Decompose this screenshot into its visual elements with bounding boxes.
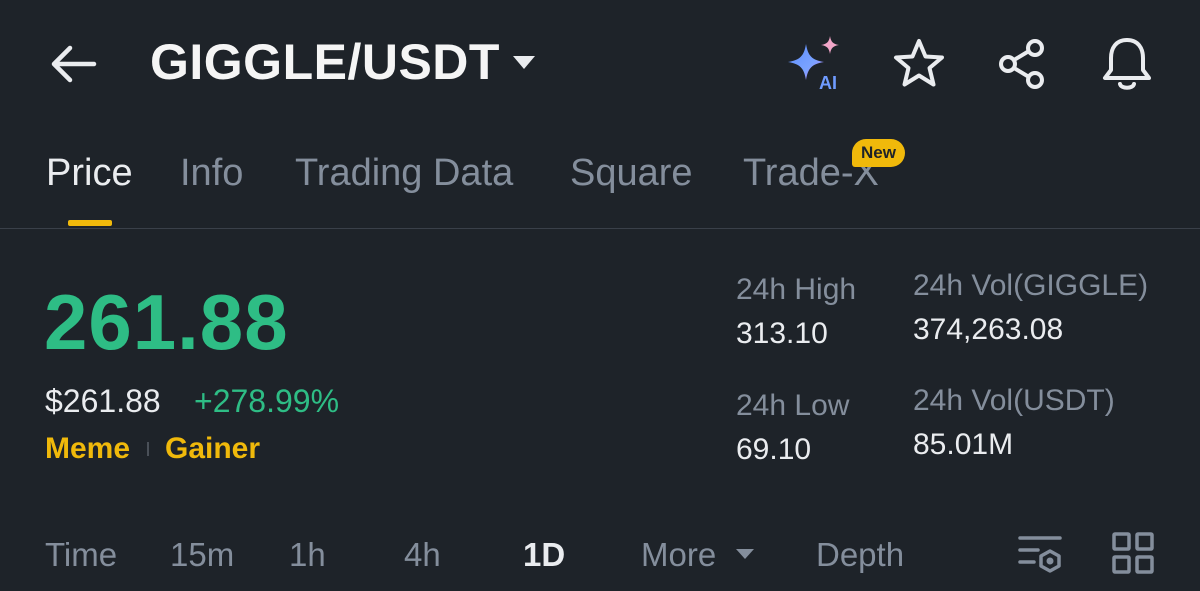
favorite-button[interactable] — [890, 36, 948, 92]
interval-1h[interactable]: 1h — [289, 534, 326, 576]
usd-price: $261.88 — [45, 383, 161, 419]
active-tab-indicator — [68, 220, 112, 226]
caret-down-icon — [736, 549, 754, 559]
back-button[interactable] — [44, 36, 104, 92]
share-button[interactable] — [994, 36, 1052, 92]
ai-badge-text: AI — [819, 73, 837, 93]
tag-gainer[interactable]: Gainer — [165, 430, 260, 468]
vol-quote-24h-value: 85.01M — [913, 428, 1014, 461]
tabs-divider — [0, 228, 1200, 229]
new-badge: New — [852, 139, 905, 167]
tab-trading-data[interactable]: Trading Data — [295, 148, 513, 198]
vol-base-24h-value: 374,263.08 — [913, 313, 1064, 346]
high-24h-label: 24h High — [736, 273, 857, 306]
interval-depth[interactable]: Depth — [816, 534, 904, 576]
share-icon — [999, 39, 1044, 89]
tag-meme[interactable]: Meme — [45, 430, 130, 468]
bell-icon — [1103, 38, 1151, 90]
low-24h-value: 69.10 — [736, 433, 812, 466]
vol-base-24h-label: 24h Vol(GIGGLE) — [913, 269, 1149, 302]
layout-grid-button[interactable] — [1110, 530, 1156, 576]
star-icon — [894, 39, 944, 87]
caret-down-icon — [513, 56, 535, 69]
pair-title[interactable]: GIGGLE/USDT — [150, 30, 500, 94]
notifications-button[interactable] — [1098, 34, 1156, 94]
last-price: 261.88 — [44, 278, 289, 366]
tag-separator — [147, 442, 149, 456]
low-24h-label: 24h Low — [736, 389, 850, 422]
interval-1d[interactable]: 1D — [523, 534, 565, 576]
interval-more[interactable]: More — [641, 534, 716, 576]
interval-4h[interactable]: 4h — [404, 534, 441, 576]
interval-time[interactable]: Time — [45, 534, 117, 576]
back-arrow-icon — [51, 45, 97, 83]
ai-assistant-button[interactable]: AI — [784, 32, 848, 96]
pair-dropdown-caret[interactable] — [510, 50, 538, 74]
tab-square[interactable]: Square — [570, 148, 693, 198]
vol-quote-24h-label: 24h Vol(USDT) — [913, 384, 1115, 417]
high-24h-value: 313.10 — [736, 317, 828, 350]
grid-icon — [1112, 532, 1154, 574]
chart-settings-icon — [1018, 536, 1062, 573]
tab-info[interactable]: Info — [180, 148, 243, 198]
price-change-percent: +278.99% — [194, 383, 340, 419]
chart-settings-button[interactable] — [1016, 530, 1064, 578]
more-dropdown-caret[interactable] — [734, 546, 756, 562]
interval-15m[interactable]: 15m — [170, 534, 234, 576]
tab-price[interactable]: Price — [46, 148, 133, 198]
ai-sparkle-icon: AI — [788, 36, 839, 93]
